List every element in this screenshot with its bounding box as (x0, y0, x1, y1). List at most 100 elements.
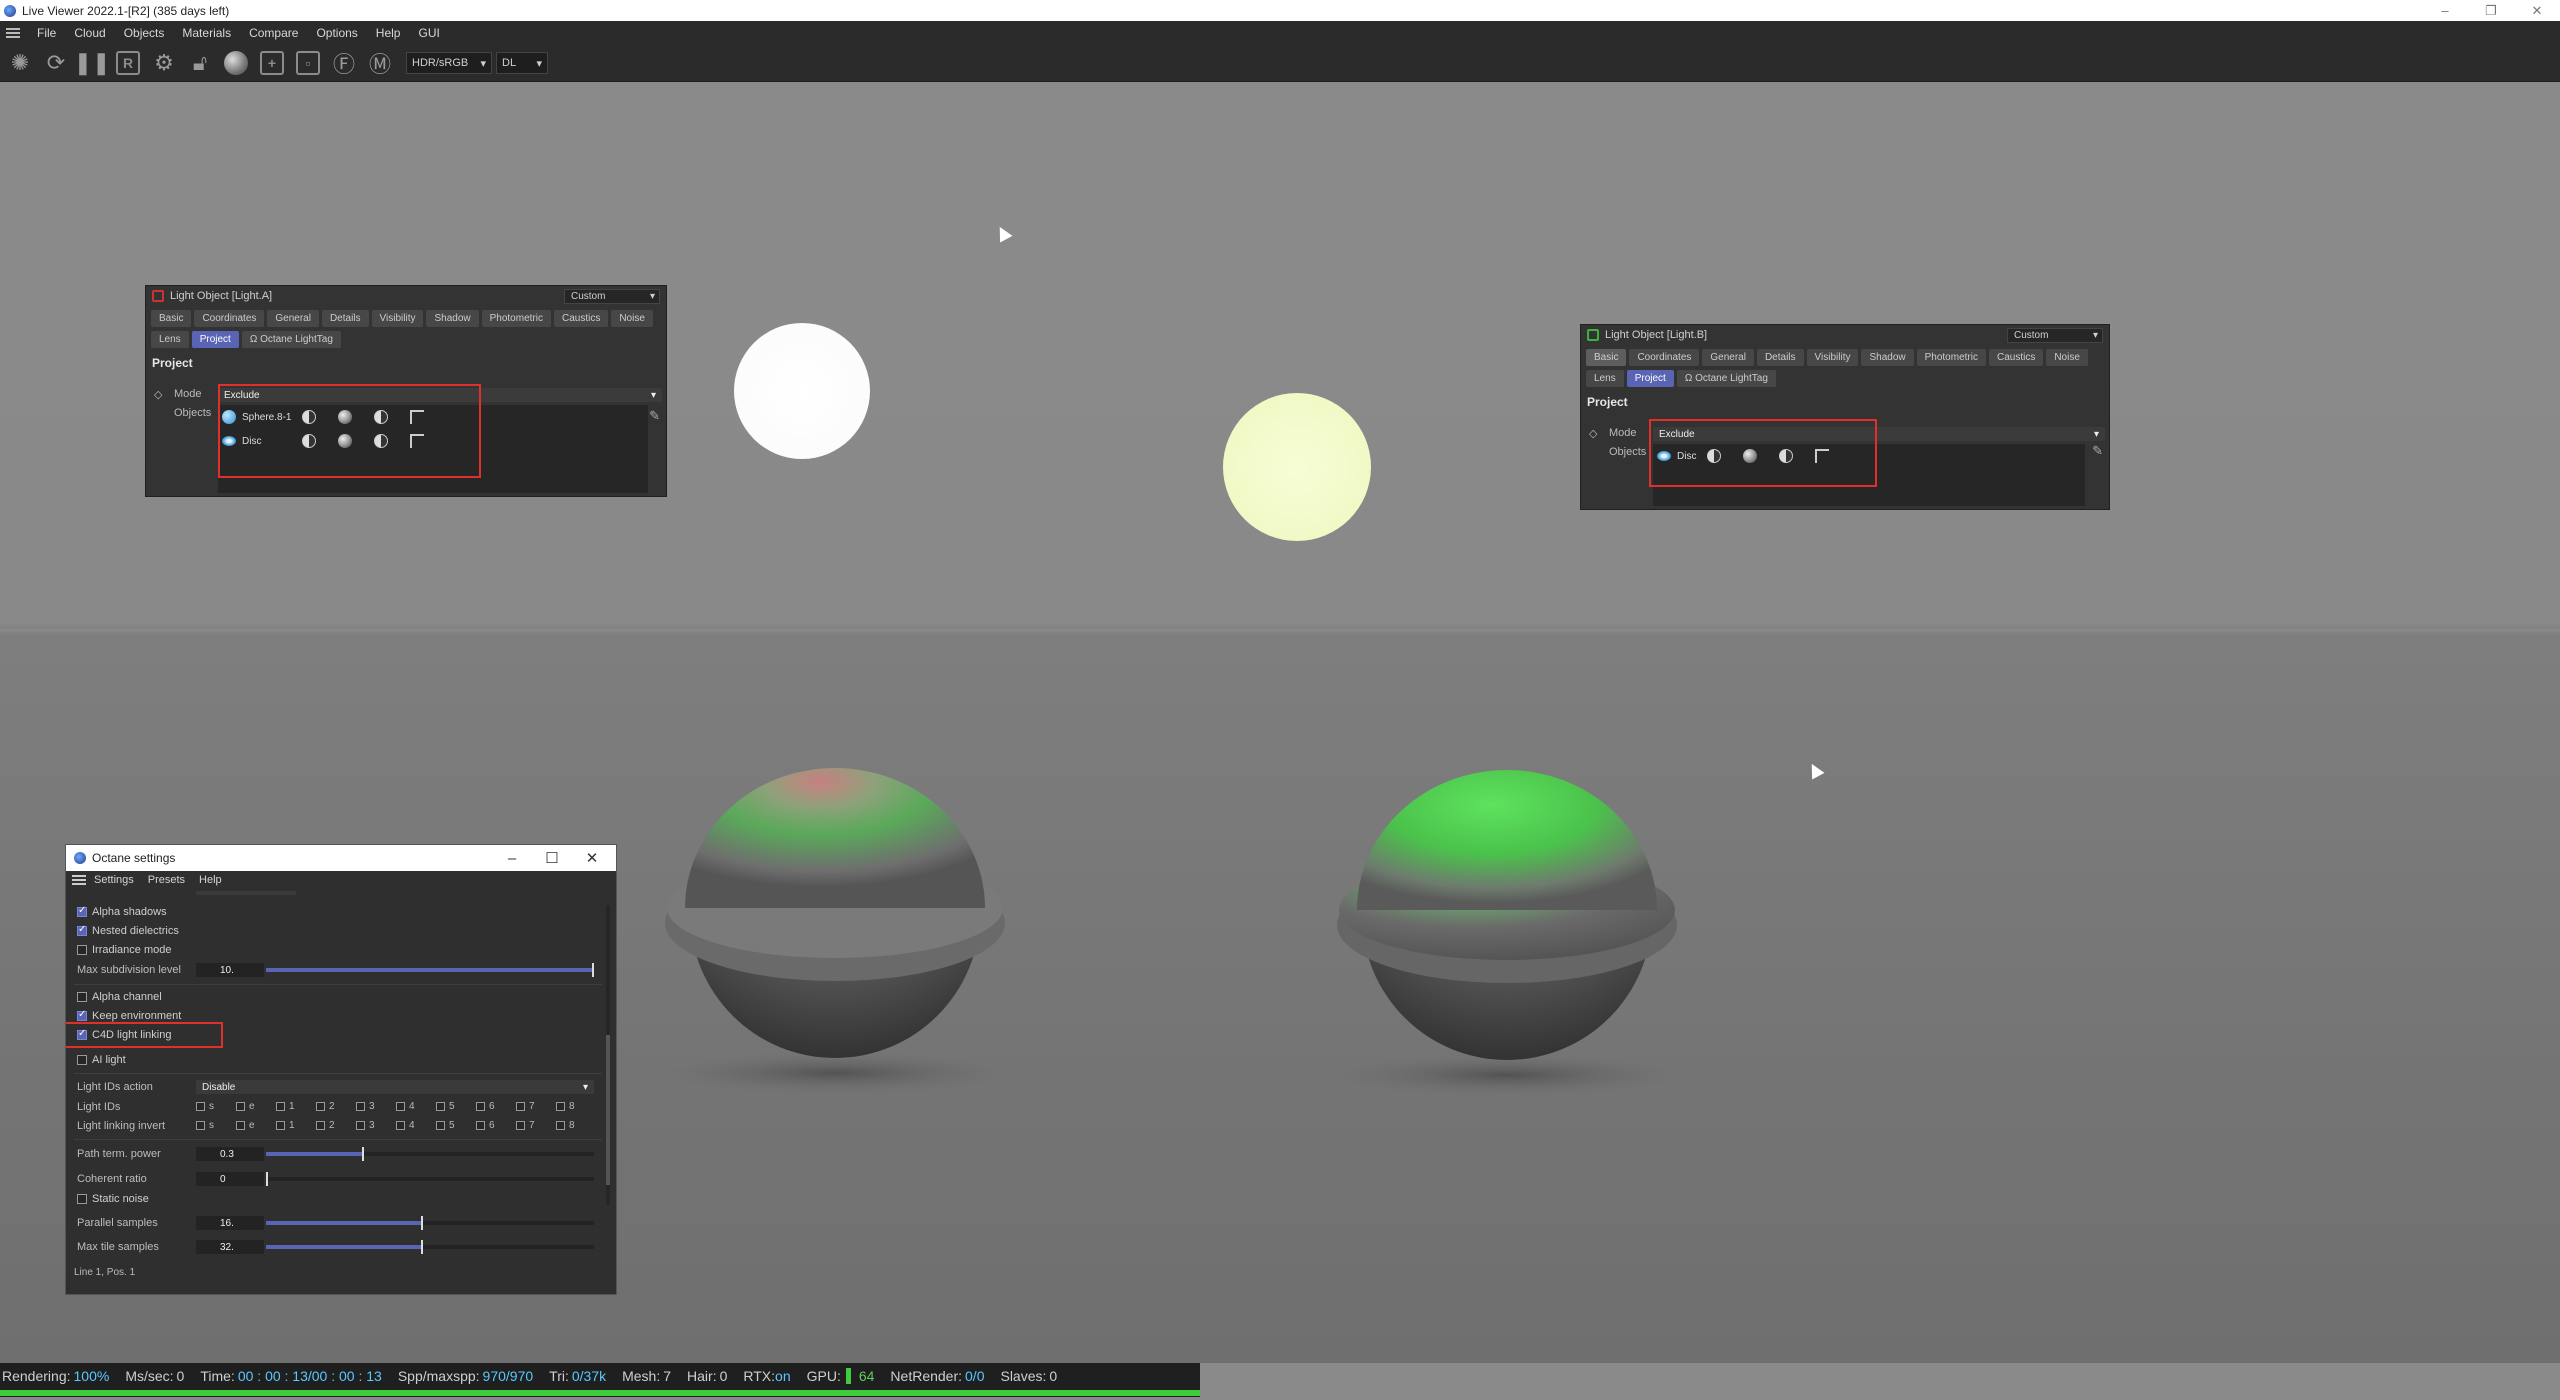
tab-shadow[interactable]: Shadow (426, 310, 479, 327)
invert-id-checkbox[interactable]: s (196, 1120, 236, 1131)
tab-general[interactable]: General (267, 310, 319, 327)
menu-gui[interactable]: GUI (409, 26, 448, 40)
slider-knob[interactable] (421, 1216, 424, 1230)
aperture-icon[interactable]: ✺ (4, 47, 36, 79)
tab-project[interactable]: Project (1626, 370, 1674, 387)
pencil-icon[interactable]: ✎ (2092, 443, 2103, 459)
menu-file[interactable]: File (28, 26, 65, 40)
focus-pick-icon[interactable]: Ⓕ (328, 47, 360, 79)
tab-octane-lighttag[interactable]: Ω Octane LightTag (241, 331, 341, 348)
coherent-ratio-field[interactable]: 0 (196, 1172, 264, 1186)
tab-lens[interactable]: Lens (1586, 370, 1624, 387)
preset-select[interactable]: Custom ▾ (2007, 328, 2103, 343)
nested-dielectrics-checkbox[interactable]: Nested dielectrics (77, 923, 179, 939)
keyframe-diamond-icon[interactable]: ◇ (154, 388, 162, 401)
light-id-checkbox[interactable]: 6 (476, 1101, 516, 1112)
static-noise-checkbox[interactable]: Static noise (77, 1191, 149, 1207)
tab-caustics[interactable]: Caustics (553, 310, 609, 327)
slider-knob[interactable] (421, 1240, 424, 1254)
path-term-power-field[interactable]: 0.3 (196, 1147, 264, 1161)
minimize-icon[interactable]: – (2422, 0, 2468, 21)
tab-visibility[interactable]: Visibility (1806, 349, 1859, 366)
add-icon[interactable]: + (256, 47, 288, 79)
maximize-icon[interactable]: ☐ (532, 845, 572, 871)
menu-settings[interactable]: Settings (94, 874, 134, 886)
parallel-samples-field[interactable]: 16. (196, 1216, 264, 1230)
invert-id-checkbox[interactable]: e (236, 1120, 276, 1131)
tab-visibility[interactable]: Visibility (371, 310, 424, 327)
pencil-icon[interactable]: ✎ (649, 408, 660, 424)
light-ids-action-select[interactable]: Disable ▾ (196, 1080, 594, 1094)
alpha-channel-checkbox[interactable]: Alpha channel (77, 989, 162, 1005)
slider-knob[interactable] (362, 1147, 365, 1161)
tab-coordinates[interactable]: Coordinates (194, 310, 265, 327)
menu-cloud[interactable]: Cloud (65, 26, 114, 40)
tab-shadow[interactable]: Shadow (1861, 349, 1914, 366)
irradiance-mode-checkbox[interactable]: Irradiance mode (77, 942, 172, 958)
menu-materials[interactable]: Materials (173, 26, 240, 40)
tab-basic[interactable]: Basic (151, 310, 192, 327)
colorspace-select[interactable]: HDR/sRGB ▾ (406, 52, 492, 74)
invert-id-checkbox[interactable]: 6 (476, 1120, 516, 1131)
menu-help[interactable]: Help (367, 26, 410, 40)
tab-photometric[interactable]: Photometric (1916, 349, 1986, 366)
tab-caustics[interactable]: Caustics (1988, 349, 2044, 366)
tab-octane-lighttag[interactable]: Ω Octane LightTag (1676, 370, 1776, 387)
tab-coordinates[interactable]: Coordinates (1629, 349, 1700, 366)
invert-id-checkbox[interactable]: 3 (356, 1120, 396, 1131)
keyframe-diamond-icon[interactable]: ◇ (1589, 427, 1597, 440)
settings-gear-icon[interactable]: ⚙ (148, 47, 180, 79)
path-term-power-slider[interactable] (266, 1147, 594, 1161)
restore-icon[interactable]: ❐ (2468, 0, 2514, 21)
slider-knob[interactable] (592, 963, 594, 977)
menu-help[interactable]: Help (199, 874, 222, 886)
tab-photometric[interactable]: Photometric (481, 310, 551, 327)
coherent-ratio-slider[interactable] (266, 1172, 594, 1186)
invert-id-checkbox[interactable]: 4 (396, 1120, 436, 1131)
hamburger-icon[interactable] (72, 873, 86, 887)
tab-basic[interactable]: Basic (1586, 349, 1627, 366)
tab-noise[interactable]: Noise (611, 310, 653, 327)
minimize-icon[interactable]: – (492, 845, 532, 871)
light-id-checkbox[interactable]: 4 (396, 1101, 436, 1112)
light-id-checkbox[interactable]: s (196, 1101, 236, 1112)
light-id-checkbox[interactable]: 8 (556, 1101, 596, 1112)
close-icon[interactable]: ✕ (2514, 0, 2560, 21)
invert-id-checkbox[interactable]: 1 (276, 1120, 316, 1131)
tab-details[interactable]: Details (321, 310, 369, 327)
refresh-icon[interactable]: ⟳ (40, 47, 72, 79)
light-id-checkbox[interactable]: e (236, 1101, 276, 1112)
max-tile-samples-field[interactable]: 32. (196, 1240, 264, 1254)
menu-objects[interactable]: Objects (115, 26, 174, 40)
material-pick-icon[interactable]: Ⓜ (364, 47, 396, 79)
menu-compare[interactable]: Compare (240, 26, 307, 40)
light-id-checkbox[interactable]: 5 (436, 1101, 476, 1112)
light-id-checkbox[interactable]: 7 (516, 1101, 556, 1112)
scrollbar[interactable] (606, 905, 610, 1205)
light-id-checkbox[interactable]: 1 (276, 1101, 316, 1112)
max-subdivision-field[interactable]: 10. (196, 963, 264, 977)
tab-project[interactable]: Project (191, 331, 239, 348)
preset-select[interactable]: Custom ▾ (564, 289, 660, 304)
lock-icon[interactable]: 🔓︎ (184, 47, 216, 79)
pause-icon[interactable]: ❚❚ (74, 47, 111, 79)
parallel-samples-slider[interactable] (266, 1216, 594, 1230)
alpha-shadows-checkbox[interactable]: Alpha shadows (77, 904, 167, 920)
add-object-icon[interactable]: ▫ (292, 47, 324, 79)
tab-lens[interactable]: Lens (151, 331, 189, 348)
invert-id-checkbox[interactable]: 5 (436, 1120, 476, 1131)
hamburger-icon[interactable] (6, 26, 20, 40)
tab-details[interactable]: Details (1756, 349, 1804, 366)
max-subdivision-slider[interactable] (266, 963, 594, 977)
close-icon[interactable]: ✕ (572, 845, 612, 871)
tab-general[interactable]: General (1702, 349, 1754, 366)
slider-knob[interactable] (266, 1172, 268, 1186)
region-render-icon[interactable]: R (112, 47, 144, 79)
mode-select[interactable]: DL ▾ (496, 52, 548, 74)
invert-id-checkbox[interactable]: 8 (556, 1120, 596, 1131)
tab-noise[interactable]: Noise (2046, 349, 2088, 366)
light-id-checkbox[interactable]: 2 (316, 1101, 356, 1112)
menu-options[interactable]: Options (307, 26, 366, 40)
invert-id-checkbox[interactable]: 2 (316, 1120, 356, 1131)
light-id-checkbox[interactable]: 3 (356, 1101, 396, 1112)
